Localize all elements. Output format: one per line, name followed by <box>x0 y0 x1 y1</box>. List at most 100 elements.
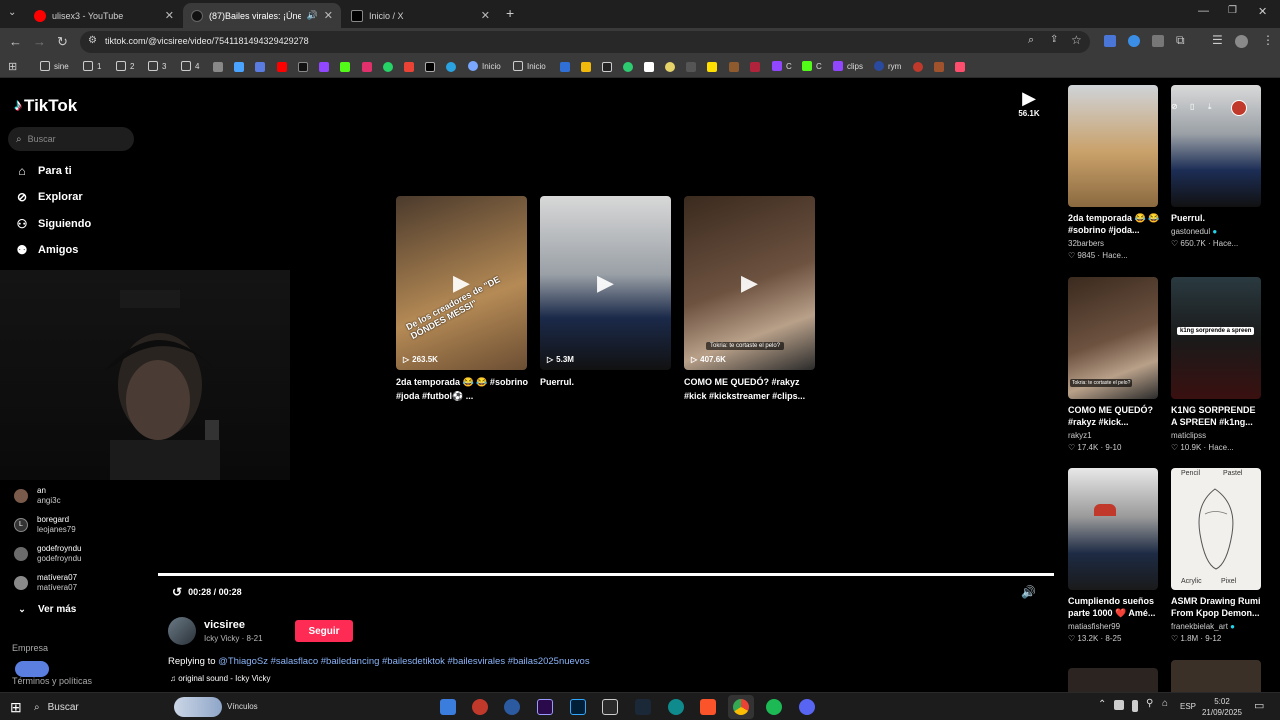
kebab-menu-icon[interactable]: ⋮ <box>1262 33 1274 47</box>
video-progress-bar[interactable] <box>158 573 1054 576</box>
gmail-bookmark-icon[interactable] <box>404 62 414 72</box>
network-icon[interactable]: ⌂ <box>1162 698 1168 709</box>
site-info-icon[interactable]: ⚙ <box>88 35 97 46</box>
clock[interactable]: 5:02 21/09/2025 <box>1200 696 1244 718</box>
bookmark-folder[interactable]: 1 <box>83 61 101 71</box>
reload-icon[interactable]: ↻ <box>57 34 68 50</box>
bookmark-icon[interactable] <box>707 62 717 72</box>
author-avatar[interactable] <box>168 617 196 645</box>
photoshop-icon[interactable] <box>570 699 586 715</box>
next-video-button[interactable]: ▶ 56.1K <box>1014 88 1044 118</box>
search-input[interactable]: ⌕ Buscar <box>8 127 134 151</box>
bookmark-folder[interactable]: 2 <box>116 61 134 71</box>
suggested-video-caption[interactable]: 2da temporada 😂 😂 #sobrino #joda #futbol… <box>396 375 528 403</box>
whatsapp-bookmark-icon[interactable] <box>383 62 393 72</box>
bookmark-icon[interactable] <box>255 62 265 72</box>
tray-icon[interactable]: ⚲ <box>1146 698 1153 709</box>
nav-amigos[interactable]: ⚉ Amigos <box>14 243 79 257</box>
related-video[interactable]: Tokria: te cortaste el pelo? COMO ME QUE… <box>1068 277 1158 452</box>
following-account[interactable]: an angi3c <box>14 486 61 506</box>
tab-youtube[interactable]: ulisex3 - YouTube ✕ <box>26 3 182 28</box>
back-icon[interactable]: ← <box>9 34 22 49</box>
suggested-video-thumb[interactable]: Tokria: te cortaste el pelo? ▶ ▷ 407.6K <box>684 196 815 370</box>
extension-p-icon[interactable] <box>1152 35 1164 47</box>
tray-icon[interactable] <box>1132 700 1138 712</box>
bookmark-star-icon[interactable]: ☆ <box>1071 33 1082 47</box>
author-name[interactable]: vicsiree <box>204 619 245 631</box>
notification-icon[interactable]: ▭ <box>1254 699 1264 712</box>
bookmark-inicio[interactable]: Inicio <box>468 61 501 71</box>
following-account[interactable]: godefroyndu godefroyndu <box>14 544 81 564</box>
footer-terminos[interactable]: Términos y políticas <box>12 676 92 686</box>
epic-games-icon[interactable] <box>602 699 618 715</box>
related-thumb-partial[interactable] <box>1068 668 1158 692</box>
chrome-icon[interactable] <box>733 699 749 715</box>
download-icon[interactable]: ⤓ <box>1208 102 1212 112</box>
bookmark-c[interactable]: C <box>772 61 792 71</box>
premiere-icon[interactable] <box>537 699 553 715</box>
bookmark-icon[interactable] <box>644 62 654 72</box>
restore-button[interactable]: ❐ <box>1228 5 1237 16</box>
zoom-icon[interactable]: ⌕ <box>1028 34 1034 47</box>
instagram-bookmark-icon[interactable] <box>362 62 372 72</box>
minimize-button[interactable]: — <box>1198 5 1209 17</box>
edge-icon[interactable] <box>668 699 684 715</box>
puzzle-icon[interactable]: ⧉ <box>1176 33 1185 48</box>
bookmark-icon[interactable] <box>729 62 739 72</box>
following-account[interactable]: matívera07 matívera07 <box>14 573 77 593</box>
forward-icon[interactable]: → <box>33 34 46 49</box>
related-video[interactable]: Cumpliendo sueños parte 1000 ❤️ Amé... m… <box>1068 468 1158 643</box>
close-icon[interactable]: ✕ <box>324 9 333 22</box>
bookmark-icon[interactable] <box>623 62 633 72</box>
ver-mas-button[interactable]: ⌄ Ver más <box>14 604 76 615</box>
nav-para-ti[interactable]: ⌂ Para ti <box>14 164 71 178</box>
related-video[interactable]: Pencil Pastel Acrylic Pixel ASMR Drawing… <box>1171 468 1261 643</box>
speaker-icon[interactable]: 🔊 <box>307 10 318 21</box>
discord-icon[interactable] <box>799 699 815 715</box>
brave-icon[interactable] <box>700 699 716 715</box>
related-video[interactable]: 2da temporada 😂 😂 #sobrino #joda... 32ba… <box>1068 85 1159 260</box>
nav-siguiendo[interactable]: ⚇ Siguiendo <box>14 217 92 231</box>
footer-empresa[interactable]: Empresa <box>12 643 48 653</box>
menu-lines-icon[interactable]: ☰ <box>1212 33 1223 47</box>
bookmark-folder[interactable]: 4 <box>181 61 199 71</box>
profile-avatar[interactable] <box>1235 35 1248 48</box>
twitch-bookmark-icon[interactable] <box>319 62 329 72</box>
volume-icon[interactable]: 🔊 <box>1021 585 1036 599</box>
tab-tiktok[interactable]: (87)Bailes virales: ¡Únete al 🔊 ✕ <box>183 3 341 28</box>
related-thumb-partial[interactable] <box>1171 660 1261 692</box>
youtube-bookmark-icon[interactable] <box>277 62 287 72</box>
bookmark-icon[interactable] <box>560 62 570 72</box>
suggested-video-caption[interactable]: COMO ME QUEDÓ? #rakyz #kick #kickstreame… <box>684 375 816 403</box>
hashtags[interactable]: @ThiagoSz #salasflaco #bailedancing #bai… <box>218 656 589 667</box>
app-icon[interactable] <box>504 699 520 715</box>
x-bookmark-icon[interactable] <box>425 62 435 72</box>
apps-grid-icon[interactable]: ⊞ <box>8 60 17 73</box>
taskbar-vinculos[interactable]: Vínculos <box>227 702 258 711</box>
app-icon[interactable] <box>472 699 488 715</box>
steam-icon[interactable] <box>635 699 651 715</box>
close-window-button[interactable]: ✕ <box>1258 5 1267 18</box>
suggested-video-caption[interactable]: Puerrul. <box>540 375 672 389</box>
related-video[interactable]: ⊘ ▯ ⤓ Puerrul. gastonedul ● ♡ 650.7K · H… <box>1171 85 1261 248</box>
tab-x[interactable]: Inicio / X ✕ <box>343 3 498 28</box>
bookmark-folder[interactable]: sine <box>40 61 69 71</box>
extension-icon[interactable] <box>1128 35 1140 47</box>
bookmark-icon[interactable] <box>234 62 244 72</box>
suggested-video-thumb[interactable]: ▶ ▷ 5.3M <box>540 196 671 370</box>
replay-icon[interactable]: ↺ <box>172 585 182 599</box>
close-icon[interactable]: ✕ <box>481 9 490 22</box>
close-icon[interactable]: ✕ <box>165 9 174 22</box>
kick-bookmark-icon[interactable] <box>340 62 350 72</box>
bookmark-icon[interactable] <box>955 62 965 72</box>
windows-start-icon[interactable]: ⊞ <box>10 699 22 716</box>
bookmark-icon[interactable] <box>750 62 760 72</box>
bookmark-icon[interactable] <box>934 62 944 72</box>
following-account[interactable]: Lboregard leojanes79 <box>14 515 76 535</box>
related-video[interactable]: k1ng sorprende a spreen K1NG SORPRENDE A… <box>1171 277 1261 452</box>
bookmark-clips[interactable]: clips <box>833 61 863 71</box>
avatar[interactable] <box>1231 100 1247 116</box>
scan-icon[interactable]: ⊘ <box>1171 102 1178 111</box>
follow-button[interactable]: Seguir <box>295 620 353 642</box>
tiktok-bookmark-icon[interactable] <box>298 62 308 72</box>
